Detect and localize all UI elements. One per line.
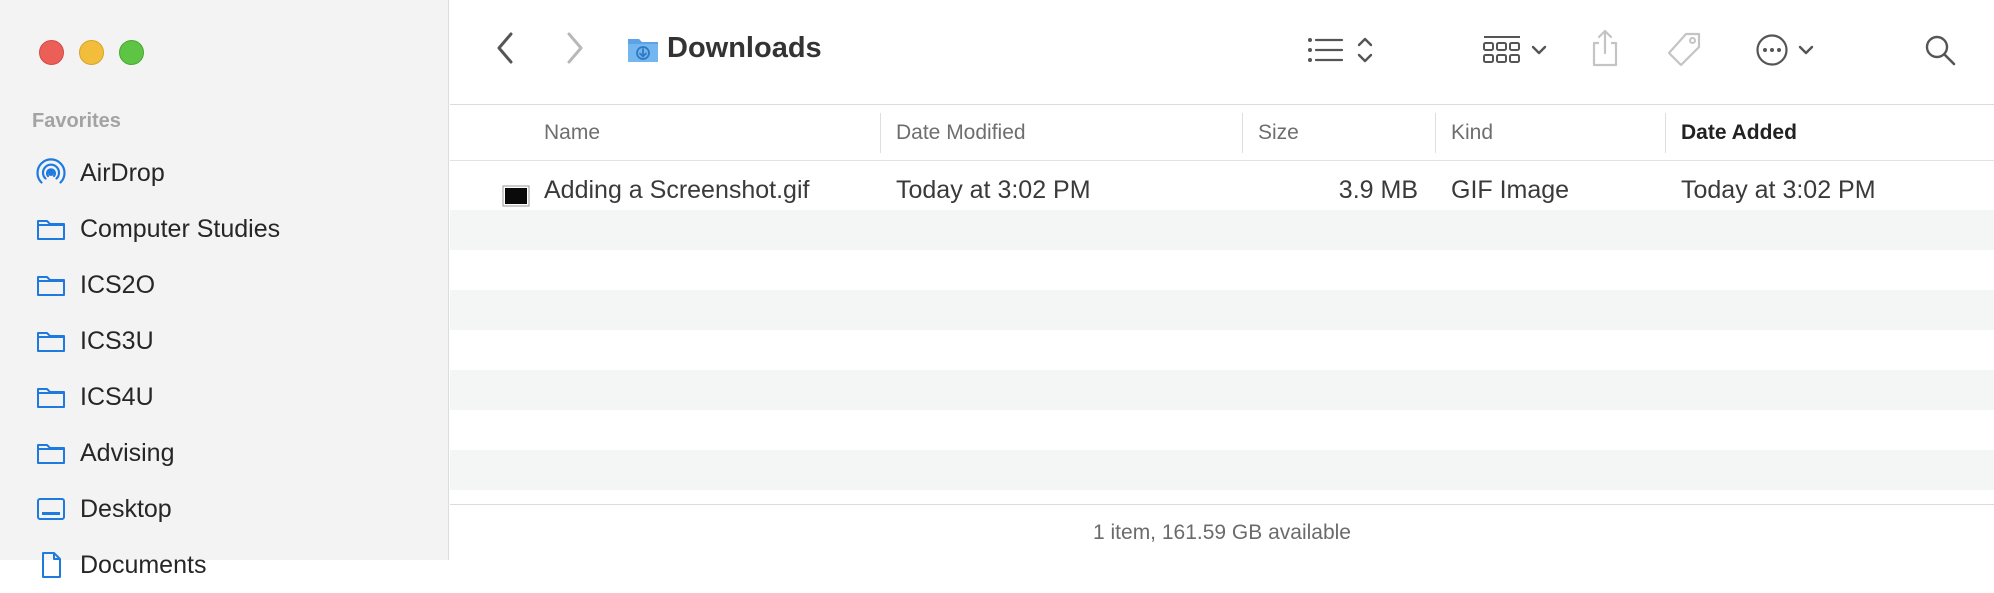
tag-icon (1664, 30, 1704, 75)
group-button[interactable] (1475, 32, 1555, 72)
sidebar-list: AirDrop Computer Studies ICS2O ICS3U ICS (0, 145, 449, 593)
folder-icon (36, 438, 66, 468)
sidebar-item-label: ICS2O (80, 270, 156, 299)
tag-button[interactable] (1662, 30, 1706, 74)
sidebar-item-desktop[interactable]: Desktop (0, 481, 449, 537)
chevron-up-down-icon (1356, 34, 1374, 71)
file-kind: GIF Image (1451, 176, 1570, 204)
sidebar-item-advising[interactable]: Advising (0, 425, 449, 481)
sidebar-item-label: AirDrop (80, 158, 165, 187)
toolbar: Downloads (450, 0, 1994, 105)
sidebar-item-label: Documents (80, 550, 207, 579)
document-icon (36, 550, 66, 580)
file-date-modified: Today at 3:02 PM (896, 176, 1091, 204)
sidebar-item-ics3u[interactable]: ICS3U (0, 313, 449, 369)
chevron-down-icon (1797, 43, 1815, 62)
search-icon (1923, 33, 1957, 72)
sidebar-item-ics2o[interactable]: ICS2O (0, 257, 449, 313)
file-size: 3.9 MB (1338, 176, 1418, 204)
column-separator[interactable] (1435, 113, 1436, 153)
more-actions-button[interactable] (1750, 32, 1820, 72)
window-title: Downloads (667, 32, 822, 64)
column-separator[interactable] (1242, 113, 1243, 153)
column-header-name[interactable]: Name (544, 105, 600, 160)
back-button[interactable] (490, 30, 520, 70)
file-name: Adding a Screenshot.gif (544, 176, 810, 204)
sidebar: Favorites AirDrop Computer Studies ICS2O… (0, 0, 449, 579)
sidebar-item-label: Computer Studies (80, 214, 281, 243)
folder-icon (36, 326, 66, 356)
column-header-date-modified[interactable]: Date Modified (896, 105, 1026, 160)
zoom-window-button[interactable] (119, 40, 144, 65)
desktop-icon (36, 494, 66, 524)
sidebar-section-heading: Favorites (32, 110, 121, 132)
empty-row (450, 250, 1994, 290)
forward-button[interactable] (560, 30, 590, 70)
file-date-added: Today at 3:02 PM (1681, 176, 1876, 204)
status-text: 1 item, 161.59 GB available (1093, 521, 1351, 544)
column-header-size[interactable]: Size (1258, 105, 1299, 160)
status-bar: 1 item, 161.59 GB available (450, 504, 1994, 561)
share-button[interactable] (1587, 28, 1623, 72)
column-header-kind[interactable]: Kind (1451, 105, 1493, 160)
column-separator[interactable] (1665, 113, 1666, 153)
empty-row (450, 210, 1994, 250)
sidebar-item-documents[interactable]: Documents (0, 537, 449, 593)
share-icon (1590, 28, 1620, 73)
gif-file-icon (502, 179, 530, 207)
empty-row (450, 330, 1994, 370)
sidebar-item-computer-studies[interactable]: Computer Studies (0, 201, 449, 257)
sidebar-item-label: ICS3U (80, 326, 154, 355)
empty-row (450, 450, 1994, 490)
group-icon (1482, 34, 1522, 71)
sidebar-item-ics4u[interactable]: ICS4U (0, 369, 449, 425)
sidebar-item-label: Advising (80, 438, 175, 467)
folder-icon (36, 214, 66, 244)
list-view-icon (1306, 34, 1346, 71)
back-icon (495, 31, 515, 70)
search-button[interactable] (1920, 32, 1960, 72)
file-list: Adding a Screenshot.gif Today at 3:02 PM… (450, 170, 1994, 490)
forward-icon (565, 31, 585, 70)
sidebar-item-label: ICS4U (80, 382, 154, 411)
folder-icon (36, 382, 66, 412)
airdrop-icon (36, 158, 66, 188)
empty-row (450, 370, 1994, 410)
column-header-bar: Name Date Modified Size Kind Date Added (450, 105, 1994, 161)
empty-row (450, 410, 1994, 450)
sidebar-item-label: Desktop (80, 494, 172, 523)
view-options-button[interactable] (1295, 32, 1385, 72)
sidebar-item-airdrop[interactable]: AirDrop (0, 145, 449, 201)
column-separator[interactable] (880, 113, 881, 153)
more-icon (1755, 33, 1789, 72)
column-header-date-added[interactable]: Date Added (1681, 105, 1797, 160)
close-window-button[interactable] (39, 40, 64, 65)
table-row[interactable]: Adding a Screenshot.gif Today at 3:02 PM… (450, 170, 1994, 210)
chevron-down-icon (1530, 43, 1548, 62)
downloads-folder-icon (627, 35, 659, 68)
minimize-window-button[interactable] (79, 40, 104, 65)
folder-icon (36, 270, 66, 300)
empty-row (450, 290, 1994, 330)
